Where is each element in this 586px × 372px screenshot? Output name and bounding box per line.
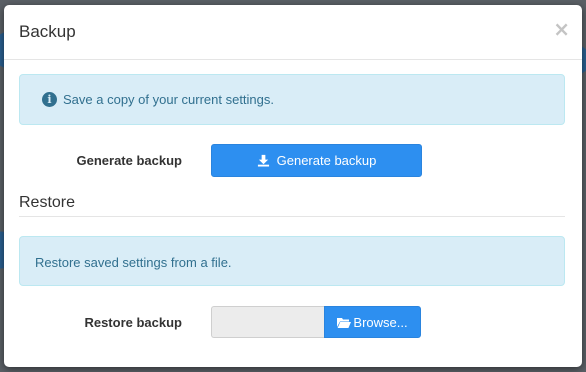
- download-icon: [257, 154, 269, 167]
- backup-info-alert: i Save a copy of your current settings.: [19, 74, 565, 125]
- info-circle-icon: i: [42, 92, 57, 107]
- generate-backup-label: Generate backup: [76, 153, 183, 168]
- generate-backup-button-label: Generate backup: [276, 153, 377, 168]
- close-button[interactable]: ×: [553, 19, 570, 39]
- restore-file-input[interactable]: [211, 306, 324, 338]
- restore-section-title: Restore: [19, 194, 76, 211]
- restore-info-text: Restore saved settings from a file.: [35, 255, 232, 270]
- generate-backup-button[interactable]: Generate backup: [211, 144, 422, 177]
- backup-modal: Backup × i Save a copy of your current s…: [4, 5, 582, 367]
- browse-button-label: Browse...: [353, 314, 408, 330]
- backup-info-text: Save a copy of your current settings.: [63, 92, 274, 107]
- restore-backup-label: Restore backup: [84, 315, 182, 330]
- section-divider: [19, 216, 565, 217]
- browse-button[interactable]: Browse...: [324, 306, 421, 338]
- folder-open-icon: [337, 317, 352, 328]
- modal-header: Backup ×: [4, 5, 582, 60]
- modal-title: Backup: [19, 22, 76, 41]
- restore-info-alert: Restore saved settings from a file.: [19, 236, 565, 286]
